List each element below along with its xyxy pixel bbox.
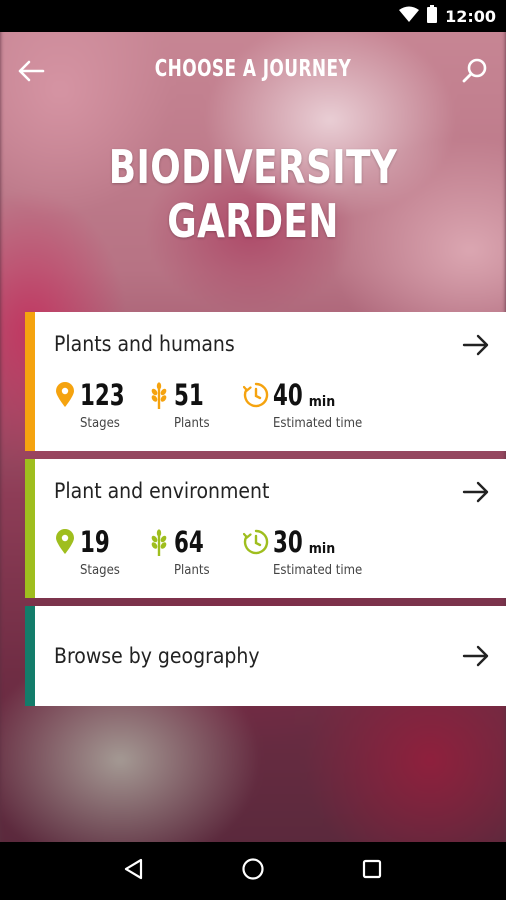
arrow-left-icon	[17, 59, 45, 87]
arrow-right-icon[interactable]	[462, 643, 490, 669]
page-title: CHOOSE A JOURNEY	[154, 56, 352, 82]
nav-back-button[interactable]	[114, 851, 154, 891]
stat-time: 40 min Estimated time	[242, 376, 423, 436]
system-nav-bar	[0, 842, 506, 900]
plants-label: Plants	[174, 416, 210, 431]
time-label: Estimated time	[273, 416, 363, 431]
home-circle-icon	[241, 857, 265, 885]
garden-title: BIODIVERSITY GARDEN	[108, 140, 398, 248]
plants-value: 51	[174, 378, 204, 412]
card-accent-bar	[25, 459, 35, 598]
stat-plants: 64 Plants	[148, 523, 238, 583]
recents-square-icon	[361, 858, 383, 884]
stages-value: 123	[80, 378, 125, 412]
journey-card[interactable]: Plant and environment 19 Stages 64 Plant…	[25, 459, 506, 598]
plants-value: 64	[174, 525, 204, 559]
stages-label: Stages	[80, 563, 120, 578]
wheat-icon	[148, 382, 170, 409]
plants-label: Plants	[174, 563, 210, 578]
wifi-icon	[399, 6, 420, 26]
journey-card[interactable]: Plants and humans 123 Stages 51 Plants 4…	[25, 312, 506, 451]
stat-stages: 123 Stages	[54, 376, 154, 436]
journey-title: Plant and environment	[54, 479, 270, 503]
nav-recents-button[interactable]	[352, 851, 392, 891]
location-pin-icon	[54, 382, 76, 408]
back-button[interactable]	[12, 54, 50, 92]
time-value: 30	[273, 525, 303, 559]
app-header: CHOOSE A JOURNEY	[0, 32, 506, 112]
journey-title: Plants and humans	[54, 332, 235, 356]
stat-stages: 19 Stages	[54, 523, 154, 583]
status-bar: 12:00	[0, 0, 506, 32]
timer-icon	[242, 382, 269, 408]
time-unit: min	[308, 394, 336, 410]
time-value: 40	[273, 378, 303, 412]
status-time: 12:00	[445, 6, 496, 26]
time-label: Estimated time	[273, 563, 363, 578]
nav-home-button[interactable]	[233, 851, 273, 891]
browse-title: Browse by geography	[54, 644, 260, 668]
arrow-right-icon[interactable]	[462, 332, 490, 358]
location-pin-icon	[54, 529, 76, 555]
stat-time: 30 min Estimated time	[242, 523, 423, 583]
stat-plants: 51 Plants	[148, 376, 238, 436]
timer-icon	[242, 529, 269, 555]
stages-label: Stages	[80, 416, 120, 431]
back-triangle-icon	[123, 858, 145, 884]
browse-geography-card[interactable]: Browse by geography	[25, 606, 506, 706]
search-button[interactable]	[456, 54, 494, 92]
stages-value: 19	[80, 525, 110, 559]
card-accent-bar	[25, 312, 35, 451]
search-icon	[461, 57, 489, 89]
time-unit: min	[308, 541, 336, 557]
arrow-right-icon[interactable]	[462, 479, 490, 505]
battery-icon	[427, 5, 438, 27]
card-accent-bar	[25, 606, 35, 706]
wheat-icon	[148, 529, 170, 556]
